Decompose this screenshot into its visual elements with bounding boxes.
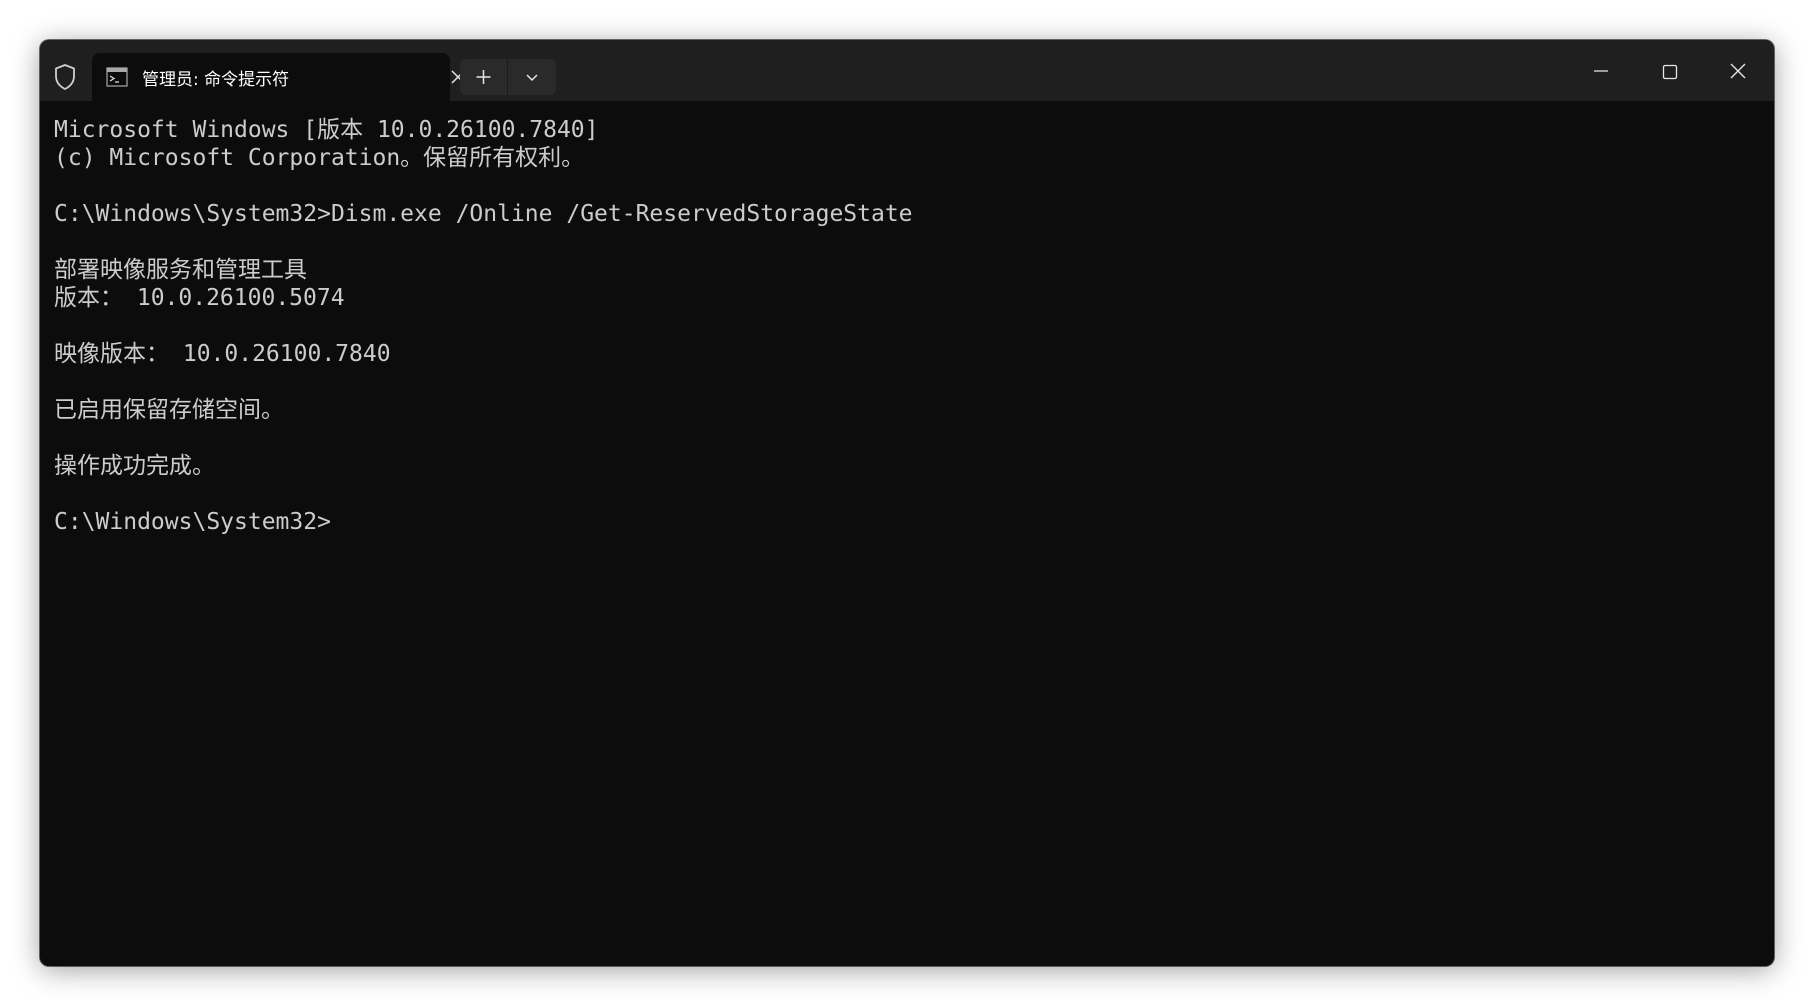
console-line: 部署映像服务和管理工具: [54, 257, 307, 283]
minimize-button[interactable]: [1567, 40, 1635, 90]
console-line: 已启用保留存储空间。: [54, 397, 284, 423]
shield-icon: [53, 63, 77, 91]
title-bar[interactable]: 管理员: 命令提示符: [40, 40, 1774, 101]
maximize-button[interactable]: [1636, 40, 1704, 90]
close-button[interactable]: [1704, 40, 1772, 90]
console-icon: [106, 67, 128, 87]
new-tab-group: [460, 59, 556, 95]
console-line: 版本： 10.0.26100.5074: [54, 285, 345, 311]
console-line: C:\Windows\System32>Dism.exe /Online /Ge…: [54, 201, 913, 227]
command-prompt-line[interactable]: C:\Windows\System32>: [54, 508, 1774, 536]
console-line: Microsoft Windows [版本 10.0.26100.7840]: [54, 117, 599, 143]
tab-title: 管理员: 命令提示符: [142, 70, 290, 90]
tab-command-prompt[interactable]: 管理员: 命令提示符: [92, 53, 465, 101]
console-output[interactable]: Microsoft Windows [版本 10.0.26100.7840] (…: [40, 101, 1774, 966]
chevron-down-icon: [526, 74, 538, 82]
new-tab-button[interactable]: [460, 59, 507, 95]
close-icon: [1730, 63, 1746, 79]
terminal-window: 管理员: 命令提示符 Microsoft Windows [版本 10.0.26…: [40, 40, 1774, 966]
console-line: 映像版本： 10.0.26100.7840: [54, 341, 391, 367]
maximize-icon: [1662, 64, 1678, 80]
minimize-icon: [1594, 70, 1608, 72]
plus-icon: [476, 70, 491, 84]
tab-dropdown-button[interactable]: [508, 59, 556, 95]
console-line: (c) Microsoft Corporation。保留所有权利。: [54, 145, 585, 171]
console-line: 操作成功完成。: [54, 453, 215, 479]
